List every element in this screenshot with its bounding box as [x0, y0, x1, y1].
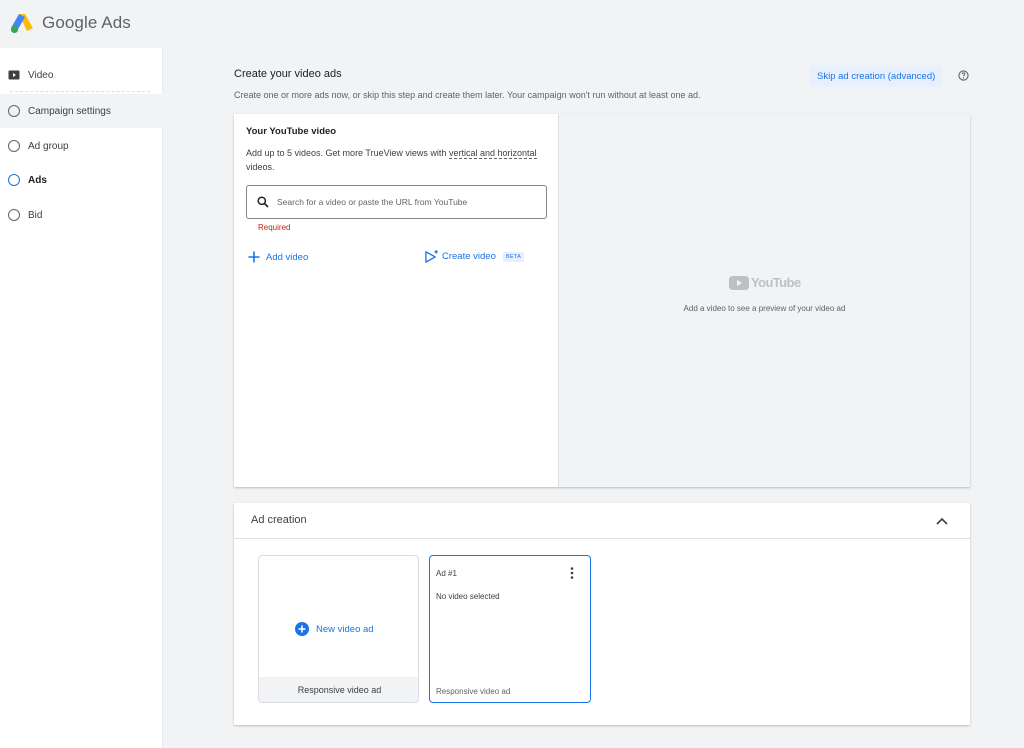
video-search-field[interactable]: [246, 185, 547, 219]
create-video-icon: [425, 249, 439, 263]
google-ads-logo-icon: [10, 14, 33, 34]
youtube-play-icon: [729, 275, 749, 290]
video-preview-area: YouTube Add a video to see a preview of …: [559, 114, 970, 487]
sidebar-item-label: Video: [28, 69, 54, 81]
youtube-logo: YouTube: [729, 275, 801, 290]
add-video-button[interactable]: Add video: [248, 251, 308, 263]
new-video-ad-card[interactable]: New video ad Responsive video ad: [258, 555, 419, 703]
add-circle-icon: [295, 622, 309, 636]
ad-creation-header[interactable]: Ad creation: [234, 503, 970, 539]
description-text: Add up to 5 videos. Get more TrueView vi…: [246, 148, 449, 158]
step-circle-icon: [8, 140, 20, 152]
section-heading: Your YouTube video: [246, 126, 337, 137]
sidebar-divider: [10, 91, 150, 92]
sidebar-item-label: Campaign settings: [28, 105, 111, 117]
vertical-horizontal-link[interactable]: vertical and horizontal: [448, 148, 537, 159]
create-video-button[interactable]: Create video BETA: [424, 249, 525, 264]
new-video-ad-button[interactable]: New video ad: [295, 622, 374, 636]
ad-creation-panel: Ad creation New video ad Responsive vide…: [234, 503, 970, 725]
section-description: Add up to 5 videos. Get more TrueView vi…: [246, 146, 546, 174]
new-video-ad-label: New video ad: [316, 623, 374, 635]
help-icon[interactable]: [958, 70, 969, 81]
sidebar-item-label: Bid: [28, 209, 43, 221]
sidebar-item-ad-group[interactable]: Ad group: [0, 129, 163, 163]
step-circle-icon: [8, 174, 20, 186]
youtube-video-panel: Your YouTube video Add up to 5 videos. G…: [234, 114, 970, 487]
more-vert-icon[interactable]: [566, 566, 578, 580]
add-icon: [248, 251, 260, 263]
video-search-input[interactable]: [277, 197, 537, 207]
required-error-text: Required: [258, 223, 291, 232]
description-text-end: videos.: [246, 162, 275, 172]
sidebar-item-video[interactable]: Video: [0, 58, 163, 92]
sidebar-item-label: Ad group: [28, 140, 69, 152]
sidebar: Video Campaign settings Ad group Ads Bid: [0, 48, 163, 748]
page-title: Create your video ads: [234, 68, 342, 80]
skip-ad-creation-button[interactable]: Skip ad creation (advanced): [810, 65, 943, 87]
search-icon: [257, 196, 269, 208]
create-video-label: Create video: [442, 251, 496, 262]
step-circle-icon: [8, 209, 20, 221]
ad-creation-title: Ad creation: [251, 514, 307, 526]
sidebar-item-label: Ads: [28, 174, 47, 186]
sidebar-item-ads[interactable]: Ads: [0, 163, 163, 197]
step-circle-icon: [8, 105, 20, 117]
app-title[interactable]: Google Ads: [42, 13, 131, 33]
ad-name: Ad #1: [436, 569, 457, 578]
sidebar-item-campaign-settings[interactable]: Campaign settings: [0, 94, 163, 128]
youtube-wordmark: YouTube: [751, 275, 801, 290]
ad-type: Responsive video ad: [436, 687, 511, 696]
page-subtitle: Create one or more ads now, or skip this…: [234, 90, 701, 100]
top-bar: Google Ads: [0, 0, 1024, 48]
beta-badge: BETA: [502, 251, 525, 262]
card-footer: Responsive video ad: [259, 677, 418, 702]
ad-card[interactable]: Ad #1 No video selected Responsive video…: [429, 555, 591, 703]
preview-placeholder-text: Add a video to see a preview of your vid…: [683, 304, 846, 313]
video-icon: [8, 70, 20, 80]
chevron-up-icon[interactable]: [935, 514, 949, 528]
sidebar-item-bid[interactable]: Bid: [0, 198, 163, 232]
add-video-label: Add video: [266, 251, 309, 263]
ad-status: No video selected: [436, 592, 500, 601]
video-input-section: Your YouTube video Add up to 5 videos. G…: [234, 114, 559, 487]
